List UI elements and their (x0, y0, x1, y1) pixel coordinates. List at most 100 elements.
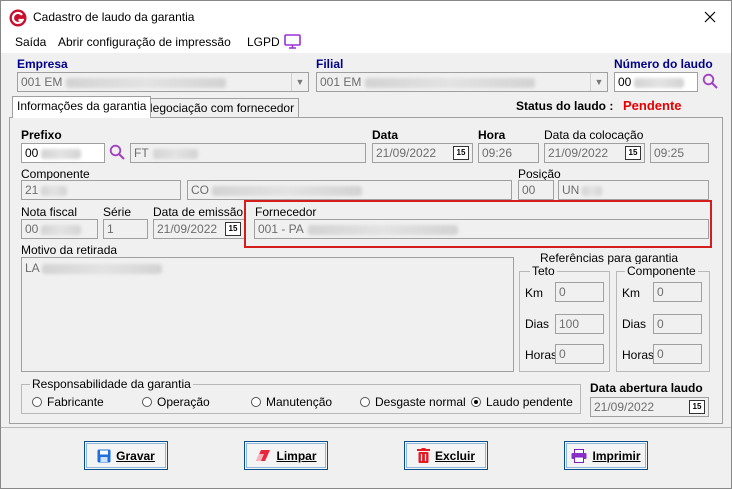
calendar-icon[interactable]: 15 (453, 146, 469, 160)
chevron-down-icon[interactable]: ▼ (590, 73, 607, 91)
data-colocacao-value: 21/09/2022 (548, 146, 609, 160)
data-colocacao-input[interactable]: 21/09/2022 15 (544, 143, 645, 163)
teto-horas-input: 0 (555, 344, 604, 364)
radio-desgaste[interactable]: Desgaste normal (360, 395, 466, 409)
app-logo-icon (9, 9, 27, 27)
serie-label: Série (103, 205, 132, 219)
nota-fiscal-input: 00 (21, 219, 98, 239)
radio-manutencao[interactable]: Manutenção (251, 395, 332, 409)
prefixo-input[interactable]: 00 (21, 143, 105, 163)
motivo-textarea[interactable]: LA (21, 257, 514, 372)
teto-dias-value: 100 (559, 317, 580, 331)
filial-combo[interactable]: 001 EM ▼ (316, 72, 608, 92)
tab-informacoes[interactable]: Informações da garantia (12, 96, 152, 118)
teto-km-input: 0 (555, 282, 604, 302)
serie-input: 1 (103, 219, 148, 239)
menu-print-config[interactable]: Abrir configuração de impressão (58, 35, 231, 49)
radio-manutencao-label: Manutenção (266, 395, 333, 409)
radio-operacao[interactable]: Operação (142, 395, 210, 409)
serie-value: 1 (107, 222, 114, 236)
radio-circle[interactable] (32, 397, 42, 407)
comp-dias-value: 0 (657, 317, 664, 331)
teto-dias-input: 100 (555, 314, 604, 334)
nota-fiscal-label: Nota fiscal (21, 205, 78, 219)
limpar-button[interactable]: Limpar (244, 441, 328, 470)
footer-divider (1, 427, 731, 428)
menu-saida[interactable]: Saída (15, 35, 46, 49)
teto-title: Teto (530, 264, 557, 278)
printer-icon (571, 448, 587, 463)
posicao-label: Posição (518, 167, 561, 181)
componente-desc-value: CO (191, 183, 209, 197)
empresa-combo[interactable]: 001 EM ▼ (17, 72, 309, 92)
menu-lgpd[interactable]: LGPD (247, 35, 280, 49)
comp-km-input: 0 (653, 282, 702, 302)
empresa-label: Empresa (17, 57, 68, 71)
trash-icon (416, 448, 430, 463)
prefixo-desc-value: FT (134, 146, 149, 160)
chevron-down-icon[interactable]: ▼ (291, 73, 308, 91)
posicao-codigo: 00 (518, 180, 554, 200)
radio-laudo-pendente[interactable]: Laudo pendente (471, 395, 573, 409)
teto-horas-label: Horas (525, 348, 558, 362)
gravar-button[interactable]: Gravar (84, 441, 168, 470)
imprimir-button[interactable]: Imprimir (564, 441, 648, 470)
hora-label: Hora (478, 128, 506, 142)
teto-horas-value: 0 (559, 347, 566, 361)
tab-negociacao[interactable]: Negociação com fornecedor (139, 98, 300, 118)
comp-horas-value: 0 (657, 347, 664, 361)
data-abertura-value: 21/09/2022 (594, 400, 655, 414)
comp-horas-input: 0 (653, 344, 702, 364)
radio-circle[interactable] (360, 397, 370, 407)
hora-colocacao-value: 09:25 (654, 146, 685, 160)
close-icon[interactable] (704, 11, 716, 23)
teto-km-label: Km (525, 286, 543, 300)
comp-horas-label: Horas (622, 348, 655, 362)
componente-label: Componente (21, 167, 90, 181)
comp-km-value: 0 (657, 285, 664, 299)
radio-laudo-pendente-label: Laudo pendente (486, 395, 573, 409)
gravar-label: Gravar (116, 448, 155, 463)
magnifier-icon[interactable] (702, 73, 718, 89)
excluir-button[interactable]: Excluir (404, 441, 488, 470)
data-input[interactable]: 21/09/2022 15 (372, 143, 473, 163)
data-colocacao-label: Data da colocação (544, 128, 644, 142)
posicao-desc-value: UN (562, 183, 580, 197)
filial-label: Filial (316, 57, 344, 71)
data-label: Data (372, 128, 399, 142)
excluir-label: Excluir (434, 448, 476, 463)
calendar-icon[interactable]: 15 (689, 400, 705, 414)
prefixo-label: Prefixo (21, 128, 62, 142)
eraser-icon (256, 449, 271, 461)
hora-input[interactable]: 09:26 (478, 143, 539, 163)
hora-colocacao-input[interactable]: 09:25 (650, 143, 709, 163)
calendar-icon[interactable]: 15 (625, 146, 641, 160)
data-abertura-label: Data abertura laudo (590, 381, 703, 395)
numero-laudo-input[interactable]: 00 (614, 72, 698, 92)
comp-dias-label: Dias (622, 317, 647, 331)
prefixo-value: 00 (25, 146, 39, 160)
motivo-value: LA (25, 261, 40, 275)
window-title: Cadastro de laudo da garantia (33, 10, 195, 24)
radio-circle[interactable] (142, 397, 152, 407)
radio-operacao-label: Operação (157, 395, 210, 409)
teto-km-value: 0 (559, 285, 566, 299)
data-value: 21/09/2022 (376, 146, 437, 160)
referencias-title: Referências para garantia (540, 251, 679, 265)
data-emissao-input[interactable]: 21/09/2022 15 (153, 219, 245, 239)
hora-value: 09:26 (482, 146, 513, 160)
radio-circle[interactable] (251, 397, 261, 407)
calendar-icon[interactable]: 15 (225, 222, 241, 236)
data-emissao-value: 21/09/2022 (157, 222, 218, 236)
posicao-descricao: UN (558, 180, 709, 200)
posicao-code-value: 00 (522, 183, 536, 197)
monitor-icon[interactable] (284, 34, 301, 49)
status-label: Status do laudo : (516, 99, 614, 113)
radio-desgaste-label: Desgaste normal (375, 395, 466, 409)
magnifier-icon[interactable] (109, 144, 125, 160)
filial-value: 001 EM (320, 75, 362, 89)
responsabilidade-title: Responsabilidade da garantia (30, 377, 193, 391)
radio-circle-selected[interactable] (471, 397, 481, 407)
data-abertura-input[interactable]: 21/09/2022 15 (590, 397, 709, 417)
radio-fabricante[interactable]: Fabricante (32, 395, 104, 409)
